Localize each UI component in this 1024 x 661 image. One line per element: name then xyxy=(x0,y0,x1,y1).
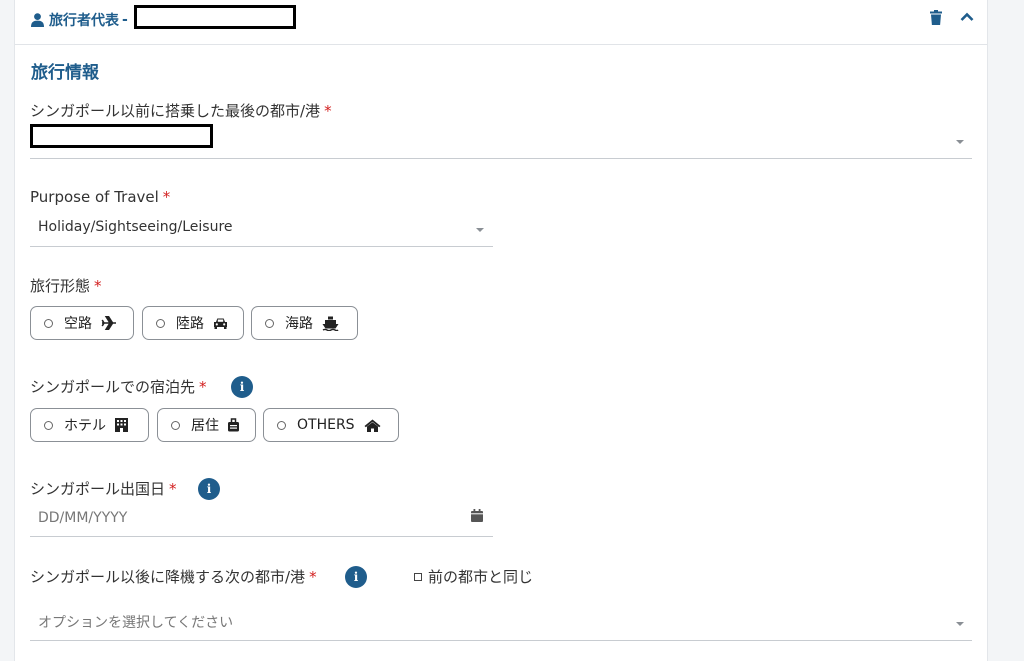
purpose-underline xyxy=(30,246,493,247)
last-city-select[interactable] xyxy=(30,124,213,148)
luggage-icon xyxy=(228,417,239,431)
next-city-caret-icon[interactable] xyxy=(956,622,964,626)
accommodation-hotel-option[interactable]: ホテル xyxy=(30,408,149,442)
option-label: 陸路 xyxy=(176,316,204,332)
last-city-underline xyxy=(30,158,972,159)
title-separator: - xyxy=(122,12,128,28)
next-city-label: シンガポール以後に降機する次の都市/港 * xyxy=(30,568,317,586)
accommodation-others-option[interactable]: OTHERS xyxy=(263,408,399,442)
radio-circle[interactable] xyxy=(44,318,53,328)
last-city-label: シンガポール以前に搭乗した最後の都市/港 * xyxy=(30,102,332,120)
next-city-underline xyxy=(30,640,972,641)
radio-circle[interactable] xyxy=(265,318,274,328)
building-icon xyxy=(115,418,128,432)
departure-date-label: シンガポール出国日 * xyxy=(30,480,177,498)
section-title: 旅行情報 xyxy=(31,63,99,83)
travel-mode-land-option[interactable]: 陸路 xyxy=(142,306,244,340)
user-icon xyxy=(31,13,44,27)
radio-circle[interactable] xyxy=(171,420,180,430)
plane-icon xyxy=(101,316,116,330)
redacted-traveller-name xyxy=(134,5,296,29)
trash-icon[interactable] xyxy=(930,10,942,25)
travel-mode-label: 旅行形態 * xyxy=(30,277,102,295)
purpose-label: Purpose of Travel * xyxy=(30,188,171,206)
next-city-info-icon[interactable]: i xyxy=(345,566,367,588)
same-as-previous-checkbox[interactable]: 前の都市と同じ xyxy=(414,566,533,587)
last-city-caret-icon[interactable] xyxy=(956,140,964,144)
ship-icon xyxy=(322,316,339,331)
same-as-previous-label: 前の都市と同じ xyxy=(428,568,534,586)
car-icon xyxy=(214,318,227,329)
travel-mode-air-option[interactable]: 空路 xyxy=(30,306,134,340)
chevron-up-icon[interactable] xyxy=(960,12,974,22)
traveller-card: 旅行者代表 - 旅行情報 シンガポール以前に搭乗した最後の都市/港 * Purpo… xyxy=(14,0,988,661)
calendar-icon[interactable] xyxy=(471,509,483,522)
checkbox-box[interactable] xyxy=(414,572,422,581)
accommodation-residence-option[interactable]: 居住 xyxy=(157,408,256,442)
departure-date-info-icon[interactable]: i xyxy=(198,478,220,500)
radio-circle[interactable] xyxy=(44,420,53,430)
home-icon xyxy=(364,419,381,432)
card-header[interactable]: 旅行者代表 - xyxy=(15,0,987,45)
accommodation-info-icon[interactable]: i xyxy=(231,376,253,398)
traveller-title: 旅行者代表 - xyxy=(31,9,128,31)
travel-mode-sea-option[interactable]: 海路 xyxy=(251,306,358,340)
option-label: 海路 xyxy=(285,316,313,332)
next-city-select[interactable]: オプションを選択してください xyxy=(38,612,233,632)
purpose-caret-icon[interactable] xyxy=(476,228,484,232)
radio-circle[interactable] xyxy=(277,420,286,430)
accommodation-label: シンガポールでの宿泊先 * xyxy=(30,378,207,396)
departure-date-underline xyxy=(30,536,493,537)
option-label: 空路 xyxy=(64,316,92,332)
purpose-select[interactable]: Holiday/Sightseeing/Leisure xyxy=(38,219,233,235)
departure-date-input[interactable]: DD/MM/YYYY xyxy=(38,510,127,526)
traveller-label: 旅行者代表 xyxy=(49,13,119,29)
option-label: ホテル xyxy=(64,418,106,434)
option-label: 居住 xyxy=(191,418,219,434)
radio-circle[interactable] xyxy=(156,318,165,328)
option-label: OTHERS xyxy=(297,417,355,433)
